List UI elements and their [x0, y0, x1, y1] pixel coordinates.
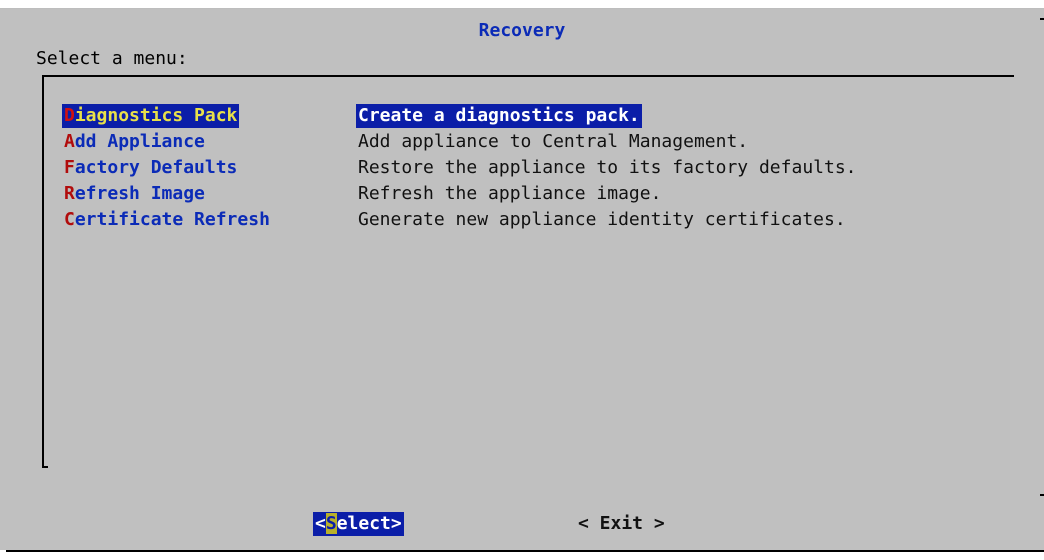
menu-item-tag-rest: iagnostics Pack	[74, 105, 238, 126]
list-frame-left	[42, 75, 44, 468]
menu-item-hotkey: R	[64, 183, 75, 204]
select-button-rest: elect	[336, 513, 391, 534]
menu-item-tag-rest: actory Defaults	[74, 157, 238, 178]
select-button[interactable]: <Select>	[313, 512, 404, 536]
list-frame-bottom	[42, 466, 48, 468]
menu-item-hotkey: F	[64, 157, 75, 178]
menu-item-hotkey: A	[64, 131, 75, 152]
exit-button[interactable]: < Exit >	[578, 512, 665, 536]
menu-item-tag: Refresh Image	[62, 182, 207, 206]
menu-item-hotkey: D	[64, 105, 75, 126]
menu-item-description: Create a diagnostics pack.	[356, 104, 642, 128]
menu-item-description: Add appliance to Central Management.	[358, 131, 749, 152]
menu-item-description: Refresh the appliance image.	[358, 183, 662, 204]
menu-item-hotkey: C	[64, 209, 75, 230]
menu-item-description: Generate new appliance identity certific…	[358, 209, 846, 230]
menu-item-tag-rest: efresh Image	[74, 183, 205, 204]
menu-item-tag-rest: dd Appliance	[74, 131, 205, 152]
select-button-hotkey: S	[325, 513, 337, 534]
menu-item-tag: Diagnostics Pack	[62, 104, 240, 128]
bottom-border	[6, 550, 1044, 552]
list-frame-top	[42, 75, 1014, 77]
menu-item-tag: Factory Defaults	[62, 156, 239, 180]
top-border	[0, 8, 1044, 9]
menu-item-tag-rest: ertificate Refresh	[74, 209, 270, 230]
button-tick-right	[1040, 494, 1044, 496]
menu-item-description: Restore the appliance to its factory def…	[358, 157, 857, 178]
menu-item-tag: Add Appliance	[62, 130, 207, 154]
select-button-close: >	[390, 513, 402, 534]
menu-item-tag: Certificate Refresh	[62, 208, 272, 232]
select-button-open: <	[315, 513, 326, 534]
dialog-title: Recovery	[478, 20, 566, 41]
menu-prompt: Select a menu:	[36, 48, 188, 69]
recovery-dialog: Recovery Select a menu: Diagnostics Pack…	[0, 8, 1044, 552]
